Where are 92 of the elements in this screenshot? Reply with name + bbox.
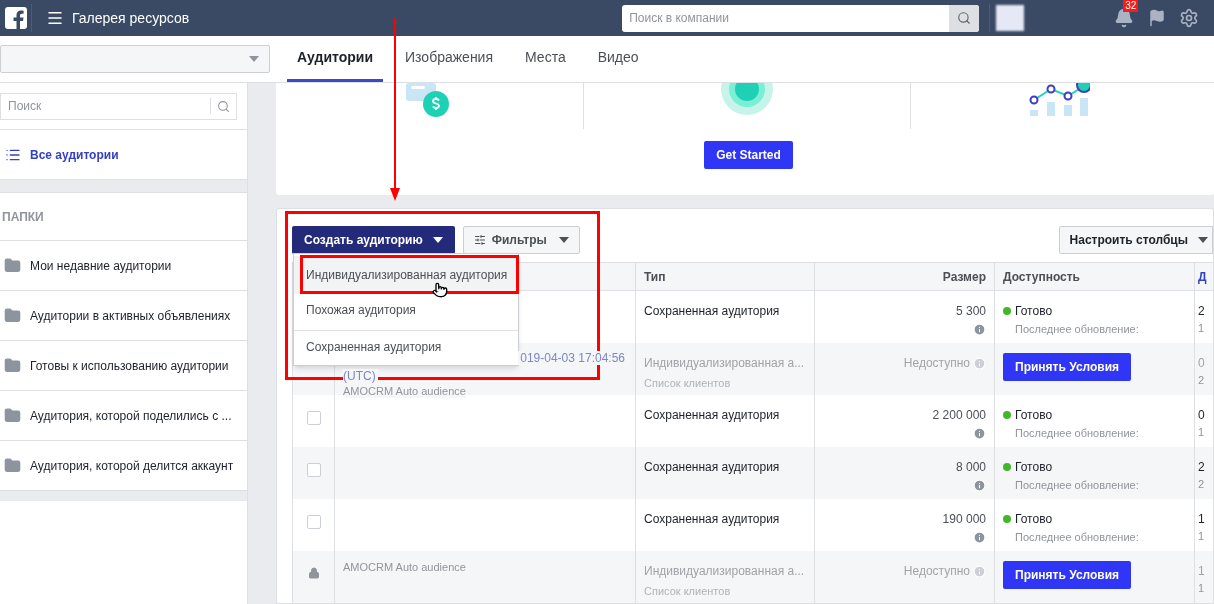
menu-item[interactable]: Сохраненная аудитория <box>294 330 518 363</box>
info-icon[interactable] <box>973 356 986 370</box>
audience-name: 019-04-03 17:04:56 <box>518 351 627 365</box>
time-text: 1 <box>1198 425 1206 440</box>
folder-item[interactable]: Аудитории в активных объявлениях <box>0 291 247 341</box>
audience-size: Недоступно <box>903 355 970 372</box>
audience-subtype: Список клиентов <box>644 584 732 599</box>
avatar[interactable] <box>996 5 1025 31</box>
date-text: 0 <box>1198 355 1206 372</box>
caret-icon <box>1198 237 1208 243</box>
create-audience-button[interactable]: Создать аудиторию <box>292 226 455 254</box>
hand-cursor-icon <box>432 282 448 298</box>
caret-icon <box>558 237 569 243</box>
tab[interactable]: Видео <box>587 36 649 82</box>
folder-icon <box>4 257 21 274</box>
update-label: Последнее обновление: <box>1015 478 1140 492</box>
audience-type: Сохраненная аудитория <box>644 459 781 476</box>
info-icon[interactable] <box>973 479 986 492</box>
info-icon[interactable] <box>973 564 986 578</box>
accept-terms-button[interactable]: Принять Условия <box>1003 353 1132 381</box>
folder-icon <box>4 357 21 374</box>
notification-count: 32 <box>1123 0 1139 12</box>
row-checkbox[interactable] <box>306 411 321 425</box>
column-header[interactable]: Д <box>1195 263 1213 290</box>
time-text: 2 <box>1198 373 1206 388</box>
search-icon[interactable] <box>217 99 230 113</box>
date-text: 2 <box>1198 303 1206 320</box>
date-text: 2 <box>1198 459 1206 476</box>
date-text: 1 <box>1198 563 1206 580</box>
time-text: 1 <box>1198 529 1206 544</box>
status-text: Готово <box>1015 303 1053 320</box>
audience-size: 2 200 000 <box>932 407 986 424</box>
facebook-logo[interactable] <box>4 7 27 29</box>
sidebar-search-field[interactable]: Поиск <box>0 92 237 120</box>
update-label: Последнее обновление: <box>1015 322 1140 336</box>
audience-type: Сохраненная аудитория <box>644 303 781 320</box>
audience-size: Недоступно <box>903 563 970 580</box>
search-icon[interactable] <box>957 11 972 25</box>
tab[interactable]: Изображения <box>395 36 504 82</box>
caret-icon <box>249 56 259 62</box>
audience-source: AMOCRM Auto audience <box>343 560 466 574</box>
time-text: 1 <box>1198 581 1206 596</box>
update-label: Последнее обновление: <box>1015 426 1140 440</box>
time-text: 1 <box>1198 321 1206 336</box>
row-checkbox[interactable] <box>306 463 321 477</box>
audience-size: 190 000 <box>942 511 986 528</box>
folder-icon <box>4 307 21 324</box>
column-header[interactable]: Доступность <box>995 263 1195 290</box>
flag-icon[interactable] <box>1148 9 1167 27</box>
columns-button[interactable]: Настроить столбцы <box>1058 226 1213 254</box>
lock-icon <box>307 567 320 579</box>
app-title: Галерея ресурсов <box>72 8 190 28</box>
tab[interactable]: Места <box>515 36 576 82</box>
info-icon[interactable] <box>973 531 986 544</box>
menu-item[interactable]: Похожая аудитория <box>294 294 518 326</box>
filter-icon <box>473 234 486 246</box>
column-header[interactable]: Размер <box>815 263 995 290</box>
get-started-button[interactable]: Get Started <box>704 141 793 169</box>
audience-size: 8 000 <box>955 459 986 476</box>
audience-source: AMOCRM Auto audience <box>343 384 466 398</box>
audience-type: Сохраненная аудитория <box>644 511 781 528</box>
date-text: 1 <box>1198 511 1206 528</box>
caret-icon <box>432 237 443 243</box>
audience-type: Сохраненная аудитория <box>644 407 781 424</box>
time-text: 2 <box>1198 477 1206 492</box>
audience-name: (UTC) <box>343 369 378 383</box>
status-text: Готово <box>1015 511 1053 528</box>
audience-type: Индивидуализированная а... <box>644 563 806 580</box>
folder-icon <box>4 457 21 474</box>
folder-item[interactable]: Мои недавние аудитории <box>0 241 247 291</box>
info-icon[interactable] <box>973 427 986 440</box>
audience-size: 5 300 <box>955 303 986 320</box>
status-text: Готово <box>1015 459 1053 476</box>
folder-item[interactable]: Готовы к использованию аудитории <box>0 341 247 391</box>
menu-icon[interactable] <box>46 9 64 27</box>
audience-type: Индивидуализированная а... <box>644 355 806 372</box>
settings-icon[interactable] <box>1179 8 1200 28</box>
info-icon[interactable] <box>973 323 986 336</box>
accept-terms-button[interactable]: Принять Условия <box>1003 561 1132 589</box>
filters-button[interactable]: Фильтры <box>462 226 580 254</box>
folder-icon <box>4 407 21 424</box>
folder-item[interactable]: Аудитория, которой поделились с ... <box>0 391 247 441</box>
update-label: Последнее обновление: <box>1015 530 1140 544</box>
notifications-icon[interactable] <box>1114 8 1135 28</box>
status-text: Готово <box>1015 407 1053 424</box>
row-checkbox[interactable] <box>306 515 321 529</box>
folders-heading: ПАПКИ <box>0 193 247 241</box>
audience-subtype: Список клиентов <box>644 376 732 391</box>
all-audiences-item[interactable]: Все аудитории <box>0 130 247 180</box>
folder-item[interactable]: Аудитория, которой делится аккаунт <box>0 441 247 491</box>
date-text: 0 <box>1198 407 1206 424</box>
column-header[interactable]: Тип <box>636 263 815 290</box>
